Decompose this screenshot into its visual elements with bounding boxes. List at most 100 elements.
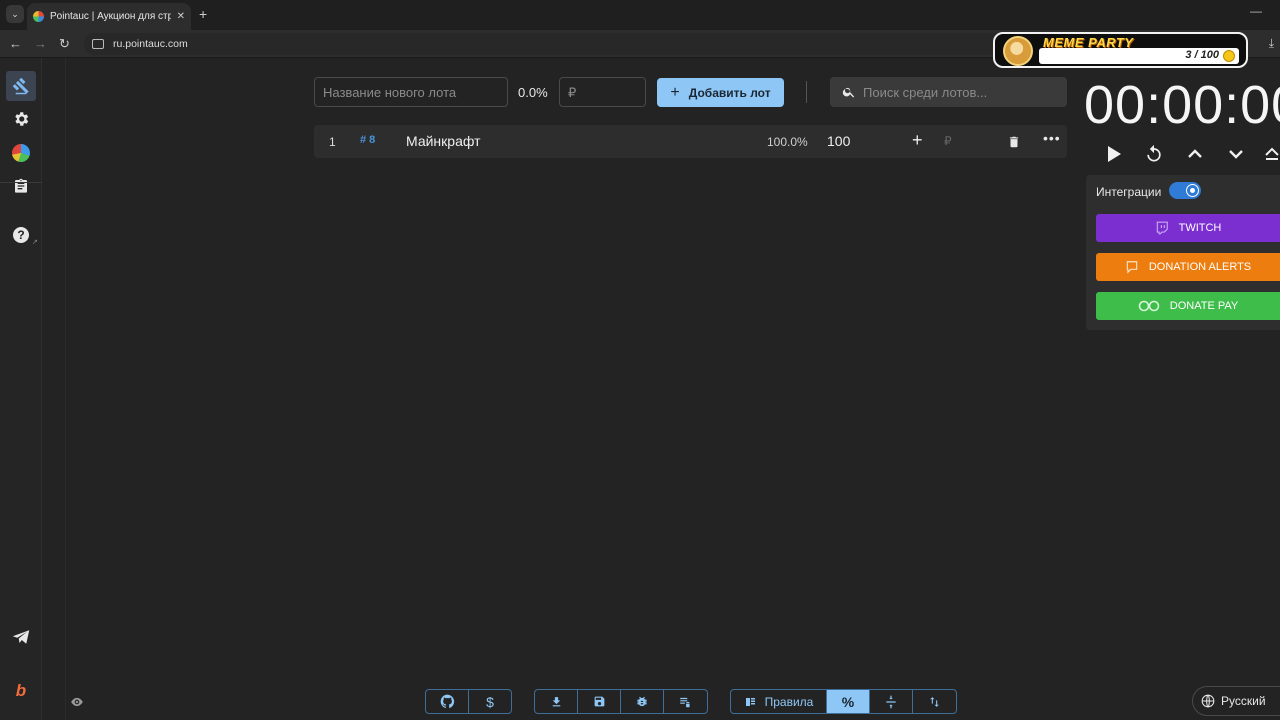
pie-chart-icon bbox=[12, 144, 30, 162]
back-arrow-icon[interactable]: ← bbox=[9, 36, 22, 51]
timer-play-button[interactable] bbox=[1103, 143, 1125, 165]
donate-button[interactable]: $ bbox=[469, 690, 511, 713]
auction-timer: 00:00:00 bbox=[1084, 75, 1280, 135]
timer-decrease-button[interactable] bbox=[1225, 143, 1247, 165]
clear-list-icon bbox=[680, 697, 690, 707]
lot-row: 1 # 8 Майнкрафт 100.0% 100 + ₽ ••• bbox=[314, 125, 1067, 158]
compact-view-button[interactable] bbox=[870, 690, 913, 713]
lot-percent: 100.0% bbox=[767, 135, 808, 149]
lot-amount-input[interactable] bbox=[559, 77, 646, 107]
trash-icon[interactable] bbox=[1007, 134, 1021, 150]
donation-alerts-button[interactable]: DONATION ALERTS bbox=[1096, 253, 1280, 281]
sidebar-item-boosty[interactable]: b bbox=[6, 676, 36, 706]
reload-icon[interactable]: ↻ bbox=[59, 36, 70, 52]
integrations-toggle[interactable] bbox=[1169, 182, 1201, 199]
donate-pay-icon bbox=[1138, 300, 1160, 312]
lot-id: # 8 bbox=[360, 134, 376, 146]
sidebar-divider bbox=[0, 182, 42, 183]
timer-increase-button[interactable] bbox=[1184, 143, 1206, 165]
lot-name-input[interactable] bbox=[314, 77, 508, 107]
sort-icon bbox=[930, 696, 939, 707]
sidebar-item-help[interactable]: ? ↗ bbox=[6, 220, 38, 250]
tab-title: Pointauc | Аукцион для стримеров bbox=[50, 11, 171, 22]
coin-icon bbox=[1223, 50, 1235, 62]
twitch-icon bbox=[1156, 221, 1168, 235]
footer-view-group: Правила % bbox=[730, 689, 957, 714]
sidebar-item-history[interactable] bbox=[6, 171, 36, 201]
sidebar-item-telegram[interactable] bbox=[6, 622, 36, 652]
site-info-icon[interactable] bbox=[92, 39, 104, 49]
donate-pay-button[interactable]: DONATE PAY bbox=[1096, 292, 1280, 320]
lot-title[interactable]: Майнкрафт bbox=[406, 133, 480, 149]
lot-search[interactable] bbox=[830, 77, 1067, 107]
new-tab-button[interactable]: + bbox=[199, 6, 207, 22]
twitch-button[interactable]: TWITCH bbox=[1096, 214, 1280, 242]
clear-list-button[interactable] bbox=[664, 690, 707, 713]
sidebar-item-settings[interactable] bbox=[6, 104, 36, 134]
auction-hammer-icon bbox=[12, 77, 29, 95]
toolbar-divider bbox=[806, 81, 807, 103]
add-lot-button[interactable]: + Добавить лот bbox=[657, 78, 784, 107]
forward-arrow-icon[interactable]: → bbox=[34, 36, 47, 51]
percent-icon: % bbox=[841, 693, 855, 710]
address-bar[interactable]: ru.pointauc.com bbox=[84, 33, 1024, 55]
globe-icon bbox=[1201, 694, 1215, 708]
sidebar-item-stats[interactable] bbox=[6, 138, 36, 168]
lot-index: 1 bbox=[329, 135, 336, 149]
integrations-label: Интеграции bbox=[1096, 185, 1162, 199]
percent-mode-button[interactable]: % bbox=[827, 690, 870, 713]
add-lot-label: Добавить лот bbox=[688, 85, 771, 100]
rules-icon bbox=[745, 697, 755, 706]
integrations-panel: Интеграции TWITCH DONATION ALERTS DONATE… bbox=[1086, 175, 1280, 330]
reset-icon bbox=[1147, 144, 1161, 162]
save-button[interactable] bbox=[578, 690, 621, 713]
meme-party-progress: 3 / 100 bbox=[1039, 48, 1239, 64]
external-link-icon: ↗ bbox=[32, 239, 38, 246]
plus-icon: + bbox=[670, 83, 680, 101]
footer-links-group: $ bbox=[425, 689, 512, 714]
github-button[interactable] bbox=[426, 690, 469, 713]
donation-alerts-label: DONATION ALERTS bbox=[1148, 261, 1252, 273]
downloads-icon[interactable]: ⤓ bbox=[1269, 36, 1274, 51]
chevron-down-icon bbox=[1229, 150, 1243, 159]
gear-icon bbox=[15, 112, 29, 126]
language-selector[interactable]: Русский bbox=[1192, 686, 1280, 716]
sort-button[interactable] bbox=[913, 690, 956, 713]
url-text: ru.pointauc.com bbox=[113, 38, 188, 50]
window-minimize-button[interactable]: — bbox=[1250, 4, 1262, 18]
clipboard-icon bbox=[15, 178, 27, 193]
doge-avatar bbox=[1003, 36, 1033, 66]
footer-file-group bbox=[534, 689, 708, 714]
telegram-icon bbox=[12, 630, 30, 644]
browser-tabbar: ⌄ Pointauc | Аукцион для стримеров ✕ + — bbox=[0, 0, 1280, 30]
dollar-icon: $ bbox=[486, 693, 494, 710]
download-button[interactable] bbox=[535, 690, 578, 713]
timer-more-button[interactable] bbox=[1264, 143, 1280, 165]
play-icon bbox=[1108, 146, 1121, 162]
more-options-icon[interactable]: ••• bbox=[1043, 130, 1061, 146]
lot-currency[interactable]: ₽ bbox=[944, 134, 952, 148]
boosty-icon: b bbox=[15, 681, 27, 700]
tab-close-icon[interactable]: ✕ bbox=[177, 11, 185, 22]
site-favicon-icon bbox=[33, 11, 44, 22]
help-icon: ? bbox=[13, 227, 29, 243]
toggle-knob bbox=[1187, 185, 1198, 196]
tab-search-button[interactable]: ⌄ bbox=[6, 5, 24, 23]
meme-party-widget[interactable]: 3 / 100 MEME PARTY bbox=[993, 32, 1248, 68]
meme-party-count: 3 / 100 bbox=[1185, 49, 1219, 61]
double-up-icon bbox=[1265, 147, 1279, 160]
browser-tab[interactable]: Pointauc | Аукцион для стримеров ✕ bbox=[27, 3, 191, 30]
search-input[interactable] bbox=[863, 77, 1063, 107]
lot-add-amount-button[interactable]: + bbox=[912, 130, 923, 151]
eye-icon[interactable] bbox=[70, 695, 84, 709]
rules-button[interactable]: Правила bbox=[731, 690, 827, 713]
sidebar-item-auction[interactable] bbox=[6, 71, 36, 101]
github-icon bbox=[440, 694, 454, 709]
language-label: Русский bbox=[1221, 694, 1266, 708]
report-bug-button[interactable] bbox=[621, 690, 664, 713]
save-icon bbox=[594, 696, 604, 707]
content-left-divider bbox=[65, 58, 66, 720]
lot-amount[interactable]: 100 bbox=[827, 133, 850, 149]
timer-reset-button[interactable] bbox=[1143, 143, 1165, 165]
donation-alerts-icon bbox=[1126, 261, 1138, 274]
